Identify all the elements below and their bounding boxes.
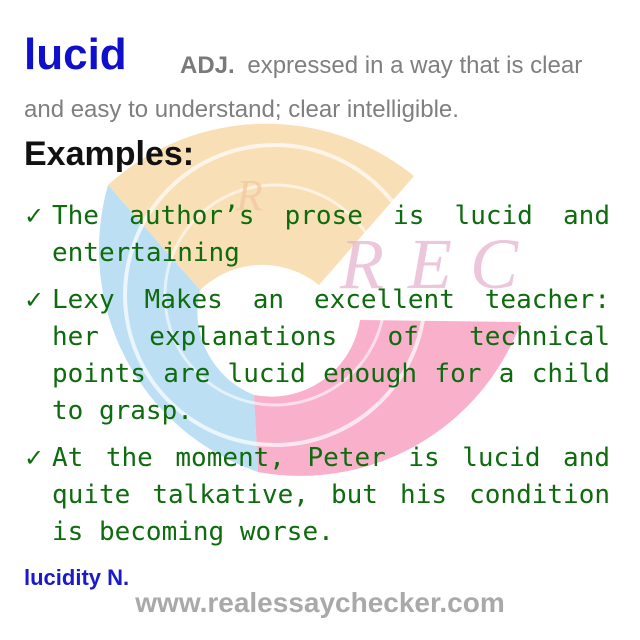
- example-text: Lexy Makes an excellent teacher: her exp…: [52, 285, 610, 426]
- example-item: ✓ At the moment, Peter is lucid and quit…: [24, 440, 610, 551]
- part-of-speech: ADJ.: [180, 52, 235, 79]
- examples-heading: Examples:: [24, 135, 195, 173]
- example-text: The author’s prose is lucid and entertai…: [52, 201, 610, 268]
- checkmark-icon: ✓: [24, 286, 45, 314]
- example-text: At the moment, Peter is lucid and quite …: [52, 443, 610, 547]
- examples-list: ✓ The author’s prose is lucid and entert…: [24, 198, 610, 561]
- checkmark-icon: ✓: [24, 202, 45, 230]
- site-url: www.realessaychecker.com: [135, 587, 505, 618]
- headword: lucid: [24, 30, 127, 79]
- example-item: ✓ The author’s prose is lucid and entert…: [24, 198, 610, 272]
- definition-card: ADJ. expressed in a way that is clear an…: [0, 0, 640, 640]
- checkmark-icon: ✓: [24, 444, 45, 472]
- example-item: ✓ Lexy Makes an excellent teacher: her e…: [24, 282, 610, 430]
